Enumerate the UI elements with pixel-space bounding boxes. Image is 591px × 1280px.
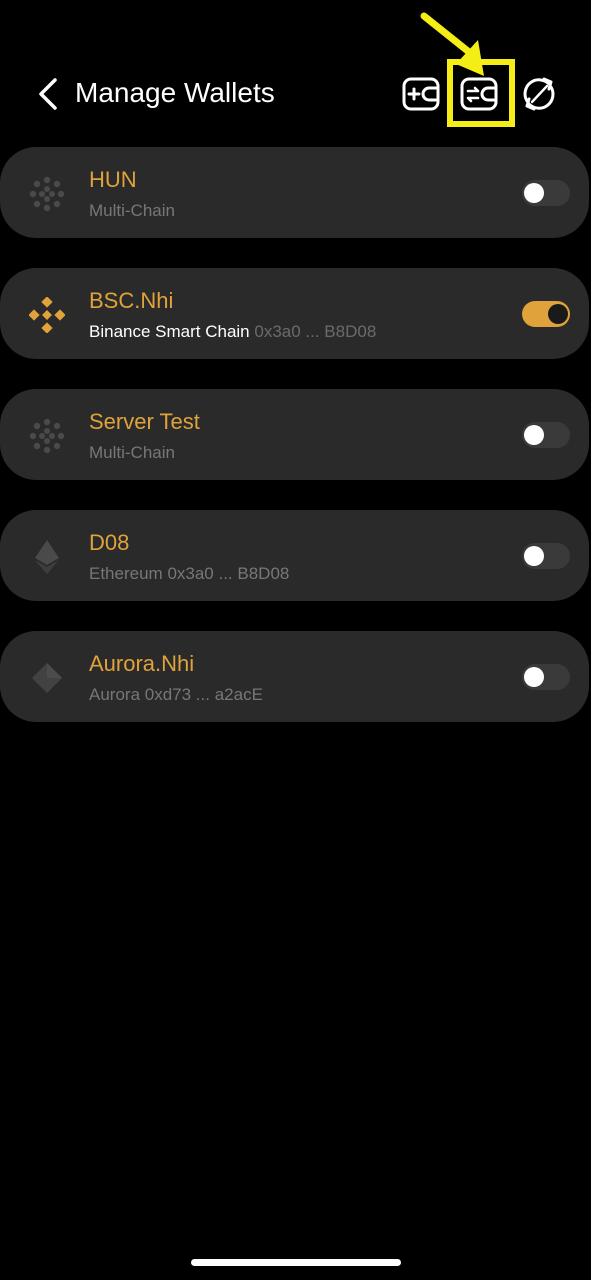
sync-button[interactable] (519, 74, 559, 114)
wallet-chain: Multi-Chain (89, 200, 175, 222)
wallet-toggle[interactable] (522, 664, 570, 690)
wallet-chain: Aurora 0xd73 ... a2acE (89, 684, 263, 706)
highlight-box (447, 59, 515, 127)
wallet-card-hun[interactable]: HUN Multi-Chain (0, 147, 589, 238)
chevron-left-icon (39, 78, 57, 110)
wallet-card-bsc-nhi[interactable]: BSC.Nhi Binance Smart Chain 0x3a0 ... B8… (0, 268, 589, 359)
wallet-chain-label: Binance Smart Chain (89, 322, 250, 341)
toggle-knob (524, 183, 544, 203)
toggle-knob (548, 304, 568, 324)
wallet-toggle[interactable] (522, 180, 570, 206)
wallet-chain-label: Multi-Chain (89, 443, 175, 462)
wallet-card-server-test[interactable]: Server Test Multi-Chain (0, 389, 589, 480)
toggle-knob (524, 425, 544, 445)
wallet-chain: Binance Smart Chain 0x3a0 ... B8D08 (89, 321, 376, 343)
wallet-chain: Multi-Chain (89, 442, 175, 464)
wallet-toggle[interactable] (522, 301, 570, 327)
wallet-chain-label: Ethereum (89, 564, 163, 583)
wallet-plus-icon (402, 77, 440, 111)
wallet-chain-label: Aurora (89, 685, 141, 704)
wallet-toggle[interactable] (522, 543, 570, 569)
wallet-chain-label: Multi-Chain (89, 201, 175, 220)
wallet-address: 0x3a0 ... B8D08 (167, 564, 290, 583)
wallet-card-aurora-nhi[interactable]: Aurora.Nhi Aurora 0xd73 ... a2acE (0, 631, 589, 722)
home-indicator[interactable] (191, 1259, 401, 1266)
multi-chain-icon (28, 175, 66, 213)
wallet-toggle[interactable] (522, 422, 570, 448)
wallet-name: Aurora.Nhi (89, 651, 195, 676)
ethereum-icon (28, 538, 66, 576)
wallet-card-d08[interactable]: D08 Ethereum 0x3a0 ... B8D08 (0, 510, 589, 601)
wallet-name: D08 (89, 530, 130, 555)
multi-chain-icon (28, 417, 66, 455)
wallet-name: BSC.Nhi (89, 288, 174, 313)
wallet-address: 0xd73 ... a2acE (144, 685, 263, 704)
wallet-address: 0x3a0 ... B8D08 (254, 322, 377, 341)
aurora-icon (28, 659, 66, 697)
back-button[interactable] (30, 74, 66, 114)
toggle-knob (524, 546, 544, 566)
sync-icon (523, 77, 555, 111)
wallet-list: HUN Multi-Chain BSC.Nhi Binance Smart Ch… (0, 147, 591, 752)
wallet-name: Server Test (89, 409, 200, 434)
wallet-name: HUN (89, 167, 137, 192)
page-title: Manage Wallets (75, 77, 275, 108)
wallet-chain: Ethereum 0x3a0 ... B8D08 (89, 563, 289, 585)
toggle-knob (524, 667, 544, 687)
add-wallet-button[interactable] (401, 74, 441, 114)
binance-icon (28, 296, 66, 334)
